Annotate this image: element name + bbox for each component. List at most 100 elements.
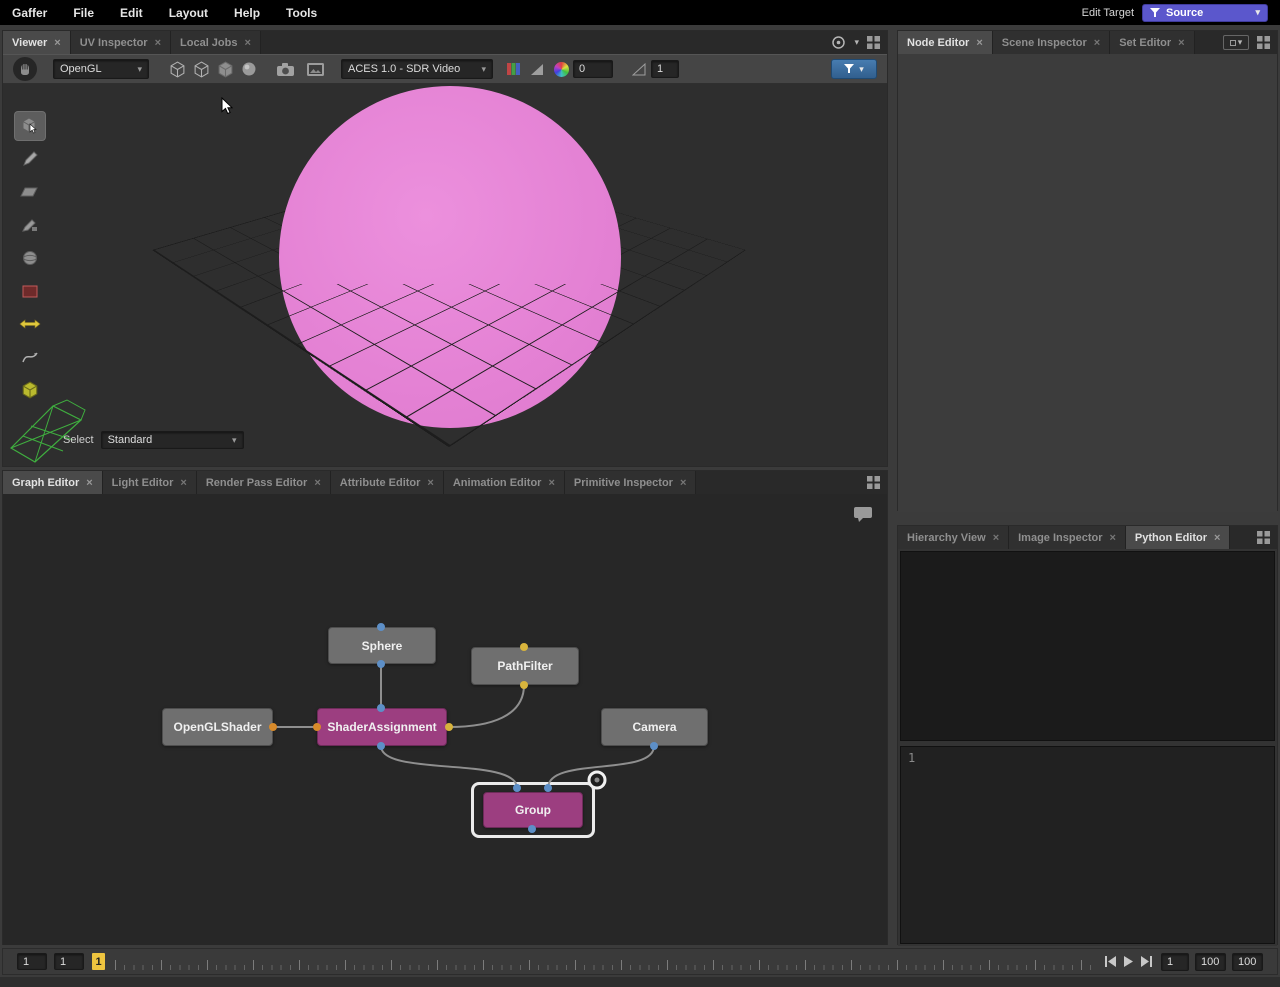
close-icon[interactable]: × xyxy=(244,37,250,49)
current-frame-field[interactable]: 1 xyxy=(54,953,84,970)
tab-viewer[interactable]: Viewer × xyxy=(3,31,71,54)
node-label: ShaderAssignment xyxy=(327,720,436,734)
frame-field[interactable]: 1 xyxy=(1161,953,1189,971)
rotate-tool-button[interactable] xyxy=(15,178,45,206)
tab-node-editor[interactable]: Node Editor × xyxy=(898,31,993,54)
menu-layout[interactable]: Layout xyxy=(169,6,208,20)
translate-tool-button[interactable] xyxy=(15,145,45,173)
close-icon[interactable]: × xyxy=(427,477,433,489)
tab-primitive-inspector[interactable]: Primitive Inspector × xyxy=(565,471,696,494)
pin-editor-button[interactable]: ▾ xyxy=(1223,35,1249,50)
menu-file[interactable]: File xyxy=(73,6,94,20)
node-sphere[interactable]: Sphere xyxy=(328,627,436,664)
crop-window-tool-button[interactable] xyxy=(15,277,45,305)
play-icon[interactable] xyxy=(1123,956,1134,967)
edit-scope-button[interactable]: ▾ xyxy=(831,59,877,79)
node-camera[interactable]: Camera xyxy=(601,708,708,746)
close-icon[interactable]: × xyxy=(155,37,161,49)
close-icon[interactable]: × xyxy=(976,37,982,49)
expansion-mode-button[interactable] xyxy=(189,58,213,80)
tab-set-editor[interactable]: Set Editor × xyxy=(1110,31,1194,54)
start-frame-field[interactable]: 1 xyxy=(17,953,47,970)
node-openglshader[interactable]: OpenGLShader xyxy=(162,708,273,746)
close-icon[interactable]: × xyxy=(548,477,554,489)
exposure-field[interactable]: 0 xyxy=(573,60,613,78)
tab-image-inspector[interactable]: Image Inspector × xyxy=(1009,526,1126,549)
gamma-value: 1 xyxy=(657,63,663,75)
grid-layout-icon[interactable] xyxy=(867,36,880,49)
drawing-mode-button[interactable] xyxy=(165,58,189,80)
close-icon[interactable]: × xyxy=(680,477,686,489)
close-icon[interactable]: × xyxy=(180,477,186,489)
frame-ruler[interactable] xyxy=(115,949,1094,974)
start-frame-value: 1 xyxy=(23,956,29,968)
current-frame-marker[interactable]: 1 xyxy=(92,953,105,970)
menu-gaffer[interactable]: Gaffer xyxy=(12,6,47,20)
python-input-area[interactable]: 1 xyxy=(900,746,1275,944)
python-output-area[interactable] xyxy=(900,551,1275,741)
channel-select-button[interactable] xyxy=(501,58,525,80)
shading-mode-button[interactable] xyxy=(213,58,237,80)
curve-tool-button[interactable] xyxy=(15,343,45,371)
gamma-icon-button[interactable] xyxy=(627,58,651,80)
node-editor-tab-bar: Node Editor × Scene Inspector × Set Edit… xyxy=(898,31,1277,54)
camera-tool-button[interactable] xyxy=(15,244,45,272)
target-icon[interactable] xyxy=(831,35,846,50)
light-position-tool-button[interactable] xyxy=(15,310,45,338)
gaffer-grab-button[interactable] xyxy=(13,57,37,81)
tab-python-editor[interactable]: Python Editor × xyxy=(1126,526,1231,549)
close-icon[interactable]: × xyxy=(993,532,999,544)
tab-render-pass-editor[interactable]: Render Pass Editor × xyxy=(197,471,331,494)
edit-target-source-button[interactable]: Source ▾ xyxy=(1142,4,1268,22)
chevron-down-icon: ▾ xyxy=(137,65,142,74)
render-view-button[interactable] xyxy=(303,58,327,80)
menu-tools[interactable]: Tools xyxy=(286,6,317,20)
colorspace-dropdown[interactable]: ACES 1.0 - SDR Video ▾ xyxy=(341,59,493,79)
selection-tool-button[interactable] xyxy=(15,112,45,140)
tab-local-jobs[interactable]: Local Jobs × xyxy=(171,31,261,54)
node-shaderassignment[interactable]: ShaderAssignment xyxy=(317,708,447,746)
tab-light-editor[interactable]: Light Editor × xyxy=(103,471,197,494)
tab-label: Local Jobs xyxy=(180,37,237,49)
node-group[interactable]: Group xyxy=(483,792,583,828)
prev-frame-icon[interactable] xyxy=(1104,956,1117,967)
close-icon[interactable]: × xyxy=(86,477,92,489)
close-icon[interactable]: × xyxy=(1109,532,1115,544)
select-mode-dropdown[interactable]: Standard ▾ xyxy=(101,431,244,449)
viewer-viewport[interactable]: Select Standard ▾ xyxy=(3,84,887,466)
grid-layout-icon[interactable] xyxy=(1257,531,1270,544)
chevron-down-icon[interactable]: ▾ xyxy=(854,38,859,47)
cube-icon xyxy=(169,61,186,78)
select-mode-value: Standard xyxy=(108,434,153,446)
tab-uv-inspector[interactable]: UV Inspector × xyxy=(71,31,171,54)
menu-edit[interactable]: Edit xyxy=(120,6,143,20)
playback-range-end-field[interactable]: 100 xyxy=(1232,953,1263,971)
tab-graph-editor[interactable]: Graph Editor × xyxy=(3,471,103,494)
mouse-cursor xyxy=(221,97,234,115)
close-icon[interactable]: × xyxy=(1178,37,1184,49)
grid-layout-icon[interactable] xyxy=(1257,36,1270,49)
color-inspector-button[interactable] xyxy=(549,58,573,80)
close-icon[interactable]: × xyxy=(314,477,320,489)
menu-help[interactable]: Help xyxy=(234,6,260,20)
close-icon[interactable]: × xyxy=(1214,532,1220,544)
annotation-icon[interactable] xyxy=(853,506,873,523)
tab-animation-editor[interactable]: Animation Editor × xyxy=(444,471,565,494)
renderer-dropdown[interactable]: OpenGL ▾ xyxy=(53,59,149,79)
range-end-field[interactable]: 100 xyxy=(1195,953,1226,971)
close-icon[interactable]: × xyxy=(54,37,60,49)
exposure-icon-button[interactable] xyxy=(525,58,549,80)
gamma-field[interactable]: 1 xyxy=(651,60,679,78)
node-label: PathFilter xyxy=(497,659,552,673)
graph-canvas[interactable]: Sphere PathFilter OpenGLShader ShaderAss… xyxy=(3,494,887,945)
close-icon[interactable]: × xyxy=(1094,37,1100,49)
lighting-mode-button[interactable] xyxy=(237,58,261,80)
next-frame-icon[interactable] xyxy=(1140,956,1153,967)
tab-scene-inspector[interactable]: Scene Inspector × xyxy=(993,31,1110,54)
grid-layout-icon[interactable] xyxy=(867,476,880,489)
node-pathfilter[interactable]: PathFilter xyxy=(471,647,579,685)
tab-hierarchy-view[interactable]: Hierarchy View × xyxy=(898,526,1009,549)
tab-attribute-editor[interactable]: Attribute Editor × xyxy=(331,471,444,494)
scale-tool-button[interactable] xyxy=(15,211,45,239)
camera-settings-button[interactable] xyxy=(273,58,297,80)
